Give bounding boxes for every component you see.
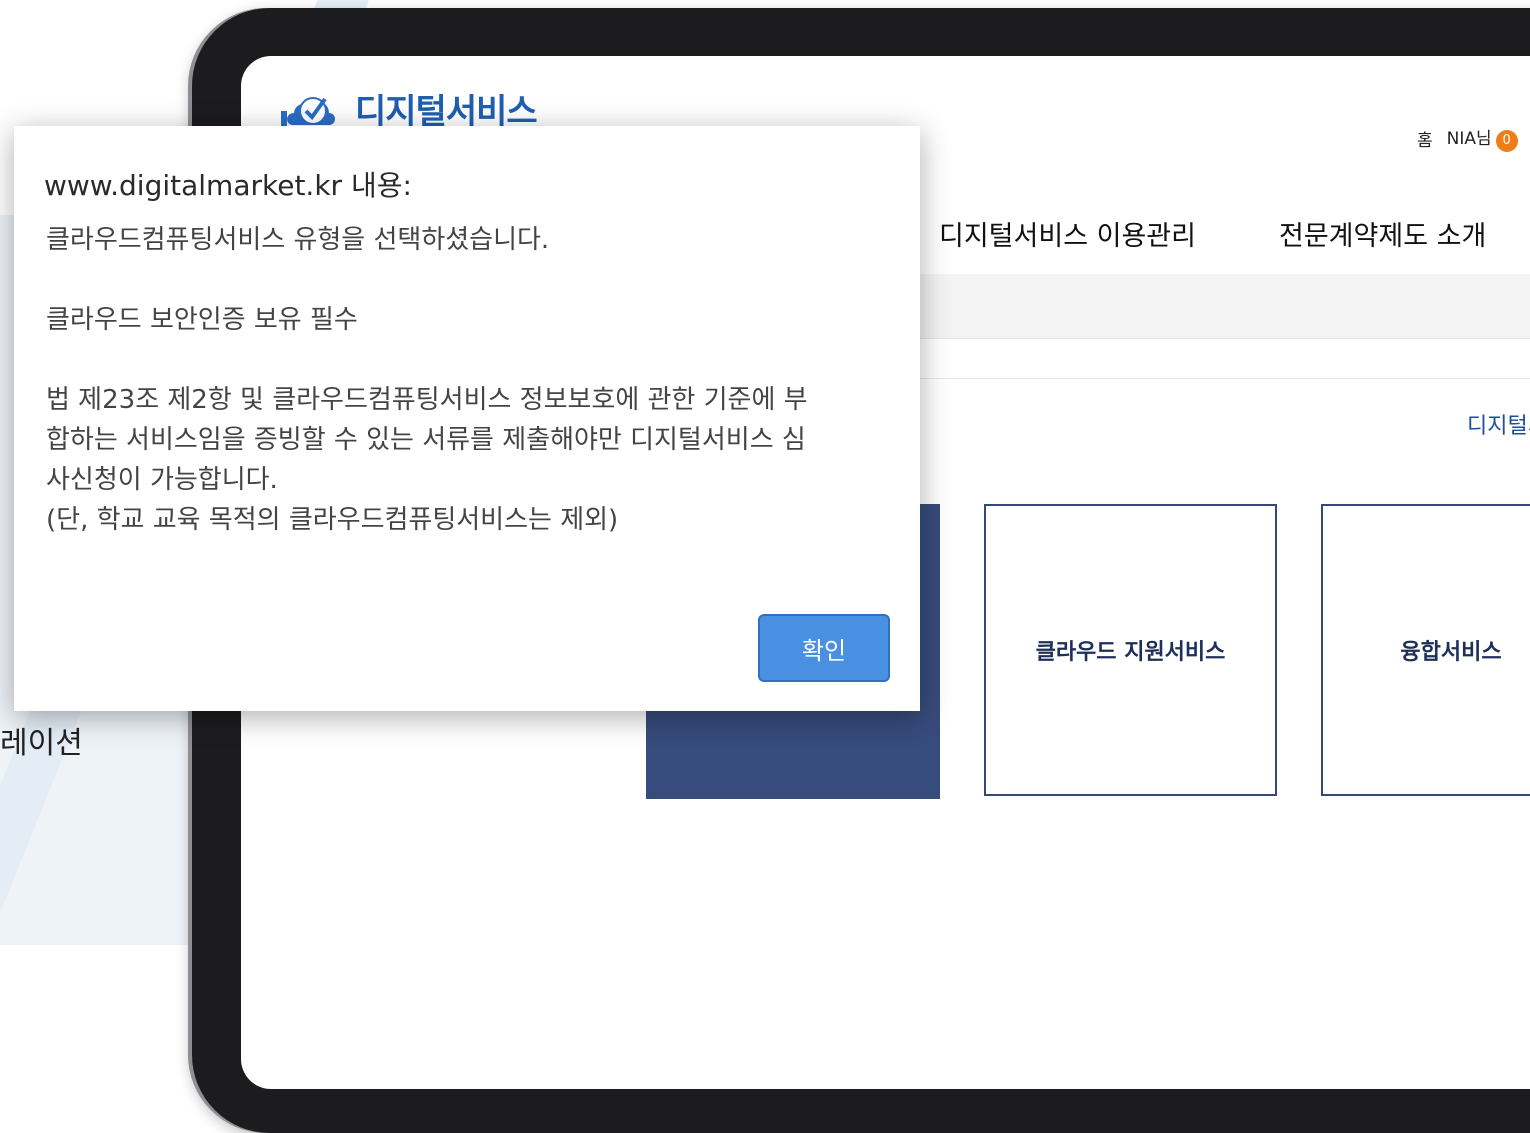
service-card-cloud-support[interactable]: 클라우드 지원서비스 (984, 504, 1277, 796)
home-link[interactable]: 홈 (1417, 126, 1433, 151)
alert-dialog: www.digitalmarket.kr 내용: 클라우드컴퓨팅서비스 유형을 … (14, 126, 920, 711)
dialog-title: www.digitalmarket.kr 내용: (44, 169, 412, 202)
service-card-convergence[interactable]: 융합서비스 (1321, 504, 1530, 796)
dialog-line: 클라우드 보안인증 보유 필수 (46, 305, 358, 335)
utility-nav: 홈 NIA님 0 (1417, 124, 1518, 152)
background-partial-text: 레이션 (0, 726, 83, 761)
service-card-label: 융합서비스 (1400, 640, 1502, 665)
gnb-item-service-management[interactable]: 디지털서비스 이용관리 (939, 214, 1196, 253)
dialog-line: (단, 학교 교육 목적의 클라우드컴퓨팅서비스는 제외) (46, 505, 619, 535)
user-name[interactable]: NIA님 0 (1447, 124, 1518, 152)
dialog-line: 합하는 서비스임을 증빙할 수 있는 서류를 제출해야만 디지털서비스 심 (46, 425, 806, 455)
dialog-line: 사신청이 가능합니다. (46, 465, 278, 495)
user-name-label: NIA님 (1446, 129, 1492, 149)
notification-badge: 0 (1495, 130, 1518, 152)
dialog-line: 클라우드컴퓨팅서비스 유형을 선택하셨습니다. (46, 225, 550, 255)
cloud-check-logo-icon (281, 87, 339, 131)
service-card-label: 클라우드 지원서비스 (1035, 640, 1226, 665)
dialog-message: 클라우드컴퓨팅서비스 유형을 선택하셨습니다. 클라우드 보안인증 보유 필수 … (46, 220, 894, 540)
gnb-item-contract-intro[interactable]: 전문계약제도 소개 (1279, 214, 1486, 253)
dialog-line: 법 제23조 제2항 및 클라우드컴퓨팅서비스 정보보호에 관한 기준에 부 (46, 385, 808, 415)
page-heading-partial: 디지털서 (1467, 414, 1530, 439)
ok-button[interactable]: 확인 (758, 614, 890, 682)
